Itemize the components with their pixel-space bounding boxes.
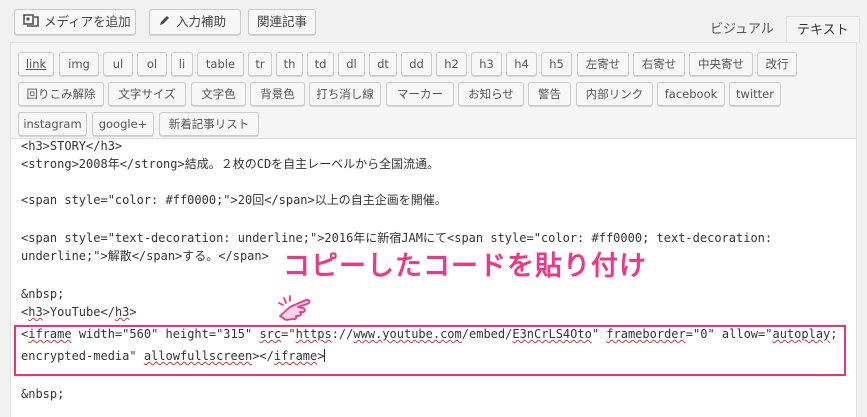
pasted-code-highlight-box	[14, 325, 846, 376]
qt-ol-button[interactable]: ol	[137, 52, 167, 76]
qt-google-plus-button[interactable]: google+	[92, 112, 154, 136]
qt-text-color-button[interactable]: 文字色	[191, 82, 246, 106]
qt-dl-button[interactable]: dl	[338, 52, 365, 76]
tab-visual[interactable]: ビジュアル	[700, 16, 784, 43]
qt-clear-float-button[interactable]: 回りこみ解除	[18, 82, 104, 106]
code-token: >	[129, 305, 137, 319]
code-line: underline;">解散</span>する。</span>	[21, 249, 269, 263]
qt-twitter-button[interactable]: twitter	[729, 82, 781, 106]
pointing-hand-icon	[276, 294, 316, 328]
input-assist-label: 入力補助	[176, 14, 227, 29]
qt-bg-color-button[interactable]: 背景色	[250, 82, 305, 106]
qt-th-button[interactable]: th	[276, 52, 303, 76]
qt-img-button[interactable]: img	[59, 52, 99, 76]
pencil-icon	[158, 11, 171, 35]
code-line: <h3>YouTube</h3>	[21, 305, 137, 319]
qt-internal-link-button[interactable]: 内部リンク	[576, 82, 653, 106]
qt-li-button[interactable]: li	[171, 52, 193, 76]
qt-notice-button[interactable]: お知らせ	[458, 82, 524, 106]
code-line: <span style="color: #ff0000;">20回</span>…	[21, 193, 447, 207]
code-line: &nbsp;	[21, 287, 65, 301]
code-line: <h3>STORY</h3>	[21, 139, 123, 153]
qt-facebook-button[interactable]: facebook	[657, 82, 725, 106]
qt-h5-button[interactable]: h5	[541, 52, 572, 76]
qt-instagram-button[interactable]: instagram	[18, 112, 87, 136]
code-line: &nbsp;	[21, 387, 65, 401]
tab-text-label: テキスト	[797, 23, 849, 38]
qt-td-button[interactable]: td	[307, 52, 334, 76]
qt-ul-button[interactable]: ul	[103, 52, 133, 76]
input-assist-button[interactable]: 入力補助	[149, 9, 241, 35]
quicktags-toolbar: link img ul ol li table tr th td dl dt d…	[11, 43, 856, 139]
qt-tr-button[interactable]: tr	[248, 52, 272, 76]
tab-text[interactable]: テキスト	[786, 16, 860, 43]
qt-font-size-button[interactable]: 文字サイズ	[108, 82, 186, 106]
qt-dd-button[interactable]: dd	[401, 52, 432, 76]
qt-table-button[interactable]: table	[197, 52, 244, 76]
qt-strike-button[interactable]: 打ち消し線	[309, 82, 381, 106]
code-token: h3	[28, 305, 43, 319]
related-posts-button[interactable]: 関連記事	[248, 9, 316, 35]
qt-h2-button[interactable]: h2	[436, 52, 467, 76]
code-token: >YouTube</	[42, 305, 115, 319]
qt-new-posts-list-button[interactable]: 新着記事リスト	[159, 112, 259, 136]
qt-dt-button[interactable]: dt	[369, 52, 397, 76]
tab-visual-label: ビジュアル	[710, 22, 774, 37]
qt-align-right-button[interactable]: 右寄せ	[633, 52, 685, 76]
add-media-label: メディアを追加	[44, 14, 131, 29]
qt-h3-button[interactable]: h3	[471, 52, 502, 76]
code-line: <strong>2008年</strong>結成。２枚のCDを自主レーベルから全…	[21, 157, 440, 171]
qt-line-break-button[interactable]: 改行	[757, 52, 797, 76]
qt-marker-button[interactable]: マーカー	[386, 82, 454, 106]
qt-h4-button[interactable]: h4	[506, 52, 537, 76]
code-token: h3	[114, 305, 130, 319]
qt-warning-button[interactable]: 警告	[528, 82, 571, 106]
qt-align-left-button[interactable]: 左寄せ	[577, 52, 629, 76]
related-posts-label: 関連記事	[257, 14, 308, 29]
media-icon	[23, 11, 39, 35]
add-media-button[interactable]: メディアを追加	[14, 9, 136, 35]
annotation-text: コピーしたコードを貼り付け	[283, 251, 647, 282]
editor-top-bar: メディアを追加 入力補助 関連記事 ビジュアル テキスト	[0, 0, 867, 43]
qt-link-button[interactable]: link	[18, 52, 54, 76]
qt-align-center-button[interactable]: 中央寄せ	[689, 52, 753, 76]
